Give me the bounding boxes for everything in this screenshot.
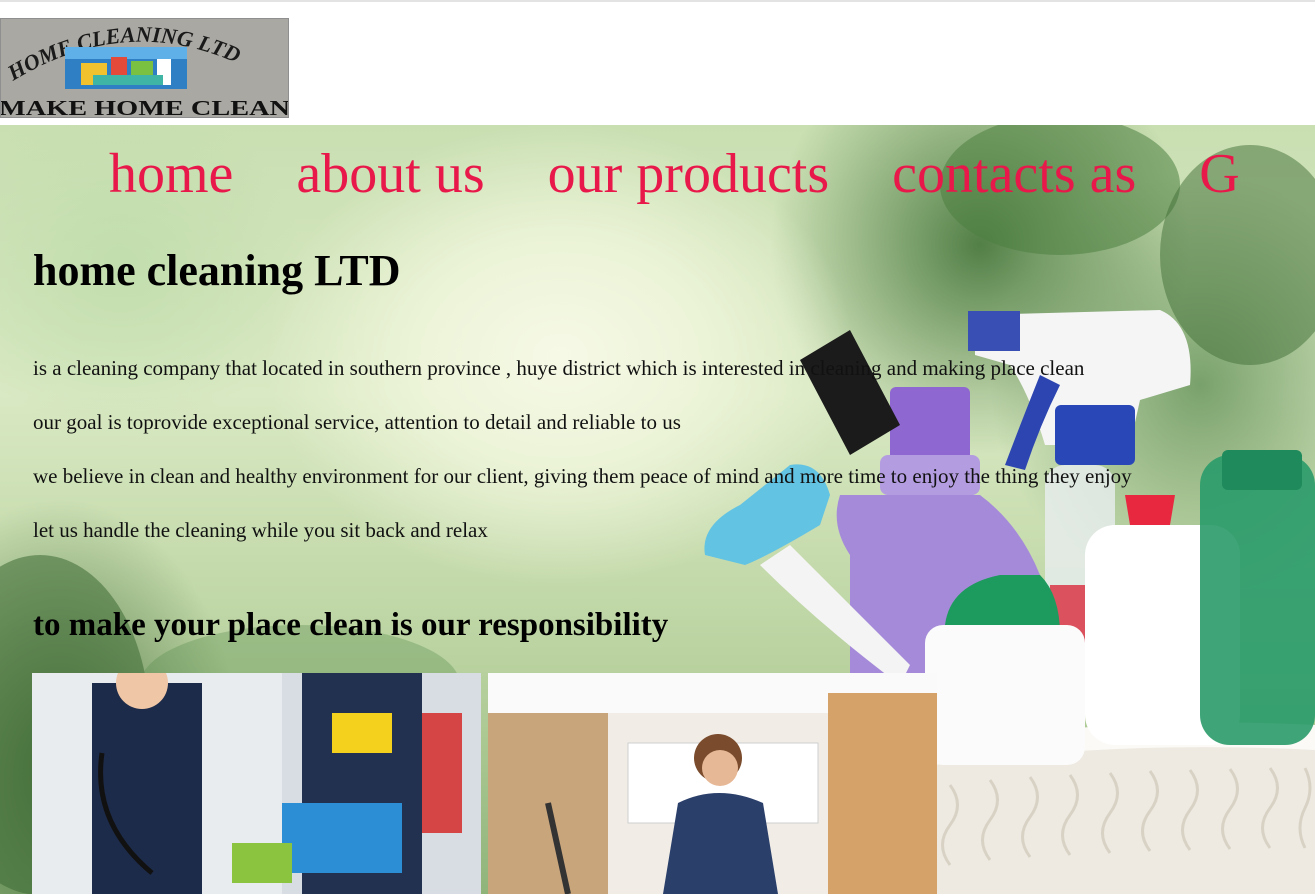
cleaning-team-photo bbox=[32, 673, 481, 894]
nav-link-contacts[interactable]: contacts as bbox=[892, 143, 1136, 205]
logo-graphic: HOME CLEANING LTD MAKE HOME CLEAN bbox=[1, 19, 289, 118]
cleaning-woman-photo bbox=[488, 673, 937, 894]
main-navigation: home about us our products contacts as G bbox=[109, 139, 1303, 209]
page-title: home cleaning LTD bbox=[33, 246, 401, 295]
hero-section: home about us our products contacts as G hom… bbox=[0, 125, 1315, 894]
section-subtitle: to make your place clean is our responsi… bbox=[33, 607, 669, 643]
intro-paragraph: is a cleaning company that located in so… bbox=[33, 356, 1085, 380]
relax-paragraph: let us handle the cleaning while you sit… bbox=[33, 518, 488, 542]
goal-paragraph: our goal is toprovide exceptional servic… bbox=[33, 410, 681, 434]
top-border bbox=[0, 0, 1315, 2]
belief-paragraph: we believe in clean and healthy environm… bbox=[33, 464, 1132, 488]
nav-link-about-us[interactable]: about us bbox=[296, 143, 484, 205]
nav-link-home[interactable]: home bbox=[109, 143, 233, 205]
nav-link-our-products[interactable]: our products bbox=[548, 143, 830, 205]
company-logo[interactable]: HOME CLEANING LTD MAKE HOME CLEAN bbox=[0, 18, 289, 118]
nav-link-g[interactable]: G bbox=[1199, 143, 1239, 205]
svg-text:MAKE HOME CLEAN: MAKE HOME CLEAN bbox=[1, 96, 289, 118]
